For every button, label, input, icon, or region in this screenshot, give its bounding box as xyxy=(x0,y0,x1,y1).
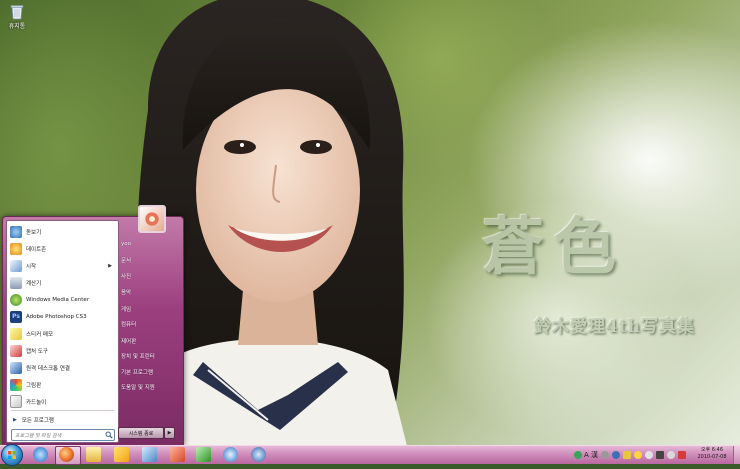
media-center-icon xyxy=(10,293,22,306)
messenger-icon[interactable] xyxy=(634,451,642,459)
firefox-icon[interactable] xyxy=(59,447,74,462)
program-item-photoshop[interactable]: Ps Adobe Photoshop CS3 xyxy=(10,309,115,324)
network-icon[interactable] xyxy=(251,447,266,462)
folder-icon[interactable] xyxy=(86,447,101,462)
start-search-input[interactable]: 프로그램 및 파일 검색 xyxy=(11,429,115,441)
magnifier-icon xyxy=(10,225,22,238)
menu-separator xyxy=(11,410,114,411)
battery-icon[interactable] xyxy=(656,451,664,459)
file-manager-icon[interactable] xyxy=(142,447,157,462)
app-icon xyxy=(10,242,22,255)
powerpoint-icon[interactable] xyxy=(170,447,185,462)
windows-explorer-icon[interactable] xyxy=(114,447,129,462)
program-item-app[interactable]: 데이트존 xyxy=(10,241,115,256)
remote-desktop-icon xyxy=(10,361,22,374)
recycle-bin-shortcut[interactable]: 휴지통 xyxy=(4,4,30,30)
internet-explorer-icon[interactable] xyxy=(33,447,48,462)
help-icon[interactable] xyxy=(612,451,620,459)
flag-icon[interactable] xyxy=(678,451,686,459)
program-item-remote-desktop[interactable]: 원격 데스크톱 연결 xyxy=(10,360,115,375)
taskbar-clock[interactable]: 오후 6:46 2010-07-08 xyxy=(692,447,732,461)
user-avatar[interactable] xyxy=(138,205,166,233)
program-item-magnifier[interactable]: 돋보기 xyxy=(10,224,115,239)
photoshop-icon: Ps xyxy=(10,310,22,323)
media-player-icon[interactable] xyxy=(223,447,238,462)
wallpaper-title: 蒼色 xyxy=(482,210,627,283)
all-programs-button[interactable]: ▶ 모든 프로그램 xyxy=(10,412,115,427)
system-tray: A 漢 xyxy=(571,446,686,464)
arrow-right-icon: ▶ xyxy=(13,416,17,423)
wallpaper-subtitle: 鈴木愛理4th写真集 xyxy=(534,317,696,337)
clock-date: 2010-07-08 xyxy=(697,454,727,460)
solitaire-icon xyxy=(10,395,22,408)
program-item-paint[interactable]: 그림판 xyxy=(10,377,115,392)
start-menu: 돋보기 데이트존 시작 ▶ 계산기 Windows Media Center P… xyxy=(2,205,184,446)
places-item-help-support[interactable]: 도움말 및 지원 xyxy=(121,383,155,391)
places-item-music[interactable]: 음악 xyxy=(121,288,131,296)
calculator-icon xyxy=(10,276,22,289)
paint-icon xyxy=(10,378,22,391)
windows-logo-icon xyxy=(8,451,16,459)
places-item-games[interactable]: 게임 xyxy=(121,305,131,313)
places-item-devices-printers[interactable]: 장치 및 프린터 xyxy=(121,352,155,360)
volume-icon[interactable] xyxy=(667,451,675,459)
taskbar: A 漢 오후 6:46 2010-07-08 xyxy=(0,444,740,466)
program-item-getting-started[interactable]: 시작 ▶ xyxy=(10,258,115,273)
ime-options-icon[interactable] xyxy=(601,451,609,459)
places-item-pictures[interactable]: 사진 xyxy=(121,272,131,280)
excel-icon[interactable] xyxy=(196,447,211,462)
search-icon[interactable] xyxy=(105,431,113,439)
tray-app-icon[interactable] xyxy=(573,451,582,459)
start-menu-programs-pane: 돋보기 데이트존 시작 ▶ 계산기 Windows Media Center P… xyxy=(6,220,119,443)
start-menu-places-pane: yoo 문서 사진 음악 게임 컴퓨터 제어판 장치 및 프린터 기본 프로그램… xyxy=(118,205,183,445)
recycle-bin-label: 휴지통 xyxy=(8,23,26,30)
places-item-documents[interactable]: 문서 xyxy=(121,256,131,264)
program-item-media-center[interactable]: Windows Media Center xyxy=(10,292,115,307)
places-item-user[interactable]: yoo xyxy=(121,241,131,247)
submenu-arrow-icon: ▶ xyxy=(108,262,112,269)
places-item-default-programs[interactable]: 기본 프로그램 xyxy=(121,368,153,376)
getting-started-icon xyxy=(10,259,22,272)
recycle-bin-icon xyxy=(10,5,24,20)
program-item-snipping-tool[interactable]: 캡처 도구 xyxy=(10,343,115,358)
clock-time: 오후 6:46 xyxy=(700,447,724,453)
shutdown-options-button[interactable]: ▶ xyxy=(164,427,175,439)
chevron-up-icon[interactable] xyxy=(623,451,631,459)
snipping-tool-icon xyxy=(10,344,22,357)
program-item-solitaire[interactable]: 카드놀이 xyxy=(10,394,115,409)
program-item-calculator[interactable]: 계산기 xyxy=(10,275,115,290)
places-item-computer[interactable]: 컴퓨터 xyxy=(121,320,136,328)
sticky-notes-icon xyxy=(10,327,22,340)
network-tray-icon[interactable] xyxy=(645,451,653,459)
ime-indicator[interactable]: A 漢 xyxy=(584,450,598,460)
program-item-sticky-notes[interactable]: 스티커 메모 xyxy=(10,326,115,341)
show-desktop-button[interactable] xyxy=(733,446,740,464)
shutdown-button[interactable]: 시스템 종료 xyxy=(118,427,164,439)
search-placeholder: 프로그램 및 파일 검색 xyxy=(15,432,62,439)
places-item-control-panel[interactable]: 제어판 xyxy=(121,337,136,345)
user-flower-icon xyxy=(145,212,159,226)
